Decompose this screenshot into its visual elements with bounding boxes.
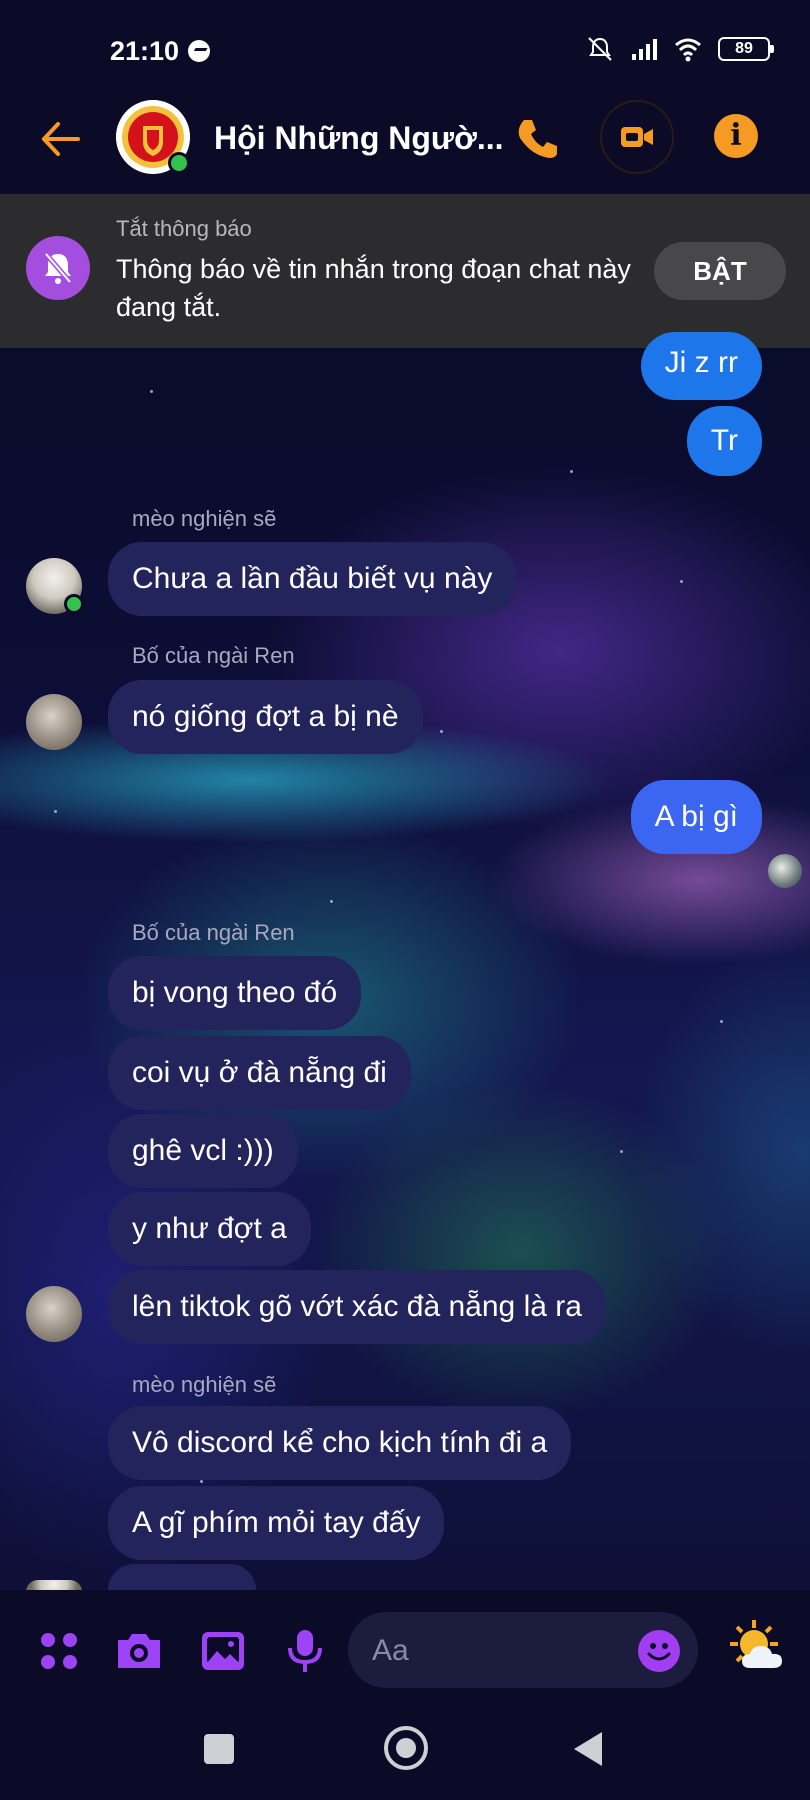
battery-indicator: 89 <box>718 37 774 61</box>
message-input-placeholder: Aa <box>372 1634 409 1667</box>
banner-text: Thông báo về tin nhắn trong đoạn chat nà… <box>116 254 631 322</box>
video-camera-icon <box>621 127 653 147</box>
seen-avatar <box>768 854 802 888</box>
microphone-icon[interactable] <box>280 1626 330 1676</box>
wifi-icon <box>675 38 701 62</box>
mute-notification-banner: Tắt thông báo Thông báo về tin nhắn tron… <box>0 194 810 348</box>
star <box>440 730 443 733</box>
muted-bell-icon <box>26 236 90 300</box>
back-icon[interactable] <box>574 1732 602 1766</box>
message-bubble-incoming[interactable]: nó giống đợt a bị nè <box>108 680 423 754</box>
message-composer: Aa <box>0 1590 810 1710</box>
info-icon[interactable]: i <box>714 114 758 158</box>
mute-bell-icon <box>588 37 612 61</box>
message-bubble-outgoing[interactable]: Tr <box>686 406 762 476</box>
status-time: 21:10 <box>110 36 180 66</box>
messenger-screen: 21:10 89 Hội Những Ngườ... i Tắt thông b… <box>0 0 810 1800</box>
message-bubble-incoming[interactable]: lên tiktok gõ vớt xác đà nẵng là ra <box>108 1270 606 1344</box>
video-call-button[interactable] <box>600 100 674 174</box>
emoji-icon[interactable] <box>638 1630 680 1672</box>
back-arrow-icon[interactable] <box>36 114 86 164</box>
sender-name: Bố của ngài Ren <box>132 643 295 668</box>
sender-avatar[interactable] <box>26 694 82 750</box>
phone-icon[interactable] <box>512 114 562 164</box>
message-bubble-incoming[interactable]: Chưa a lần đầu biết vụ này <box>108 542 517 616</box>
star <box>330 900 333 903</box>
star <box>200 1480 203 1483</box>
status-icons: 89 <box>586 36 774 62</box>
online-status-dot <box>64 594 84 614</box>
message-bubble-incoming[interactable]: bị vong theo đó <box>108 956 362 1030</box>
message-bubble-outgoing[interactable]: Ji z rr <box>640 332 762 400</box>
camera-icon[interactable] <box>114 1626 164 1676</box>
sender-name: mèo nghiện sẽ <box>132 506 277 531</box>
chat-title[interactable]: Hội Những Ngườ... <box>214 120 504 157</box>
weather-sun-cloud-icon[interactable] <box>728 1618 790 1676</box>
message-bubble-outgoing[interactable]: A bị gì <box>630 780 762 854</box>
system-navigation-bar <box>0 1710 810 1800</box>
online-status-dot <box>168 152 190 174</box>
status-bar: 21:10 89 <box>0 0 810 90</box>
message-bubble-incoming[interactable]: A gĩ phím mỏi tay đấy <box>108 1486 445 1560</box>
enable-notifications-button[interactable]: BẬT <box>654 242 786 300</box>
banner-label: Tắt thông báo <box>116 216 252 241</box>
messenger-notification-icon <box>188 40 210 62</box>
signal-icon <box>632 39 657 60</box>
star <box>570 470 573 473</box>
star <box>54 810 57 813</box>
message-bubble-incoming[interactable]: y như đợt a <box>108 1192 311 1266</box>
menu-dots-icon[interactable] <box>34 1626 84 1676</box>
message-bubble-incoming[interactable]: ghê vcl :))) <box>108 1114 298 1188</box>
star <box>150 390 153 393</box>
star <box>680 580 683 583</box>
star <box>720 1020 723 1023</box>
sender-name: Bố của ngài Ren <box>132 920 295 945</box>
image-icon[interactable] <box>198 1626 248 1676</box>
message-bubble-incoming[interactable]: Vô discord kể cho kịch tính đi a <box>108 1406 572 1480</box>
home-icon[interactable] <box>384 1726 428 1770</box>
star <box>620 1150 623 1153</box>
sender-avatar[interactable] <box>26 1286 82 1342</box>
message-input[interactable]: Aa <box>348 1612 698 1688</box>
sender-name: mèo nghiện sẽ <box>132 1372 277 1397</box>
recent-apps-icon[interactable] <box>204 1734 234 1764</box>
message-bubble-partial <box>108 1564 256 1590</box>
chat-header: Hội Những Ngườ... i <box>0 90 810 194</box>
message-bubble-incoming[interactable]: coi vụ ở đà nẵng đi <box>108 1036 411 1110</box>
